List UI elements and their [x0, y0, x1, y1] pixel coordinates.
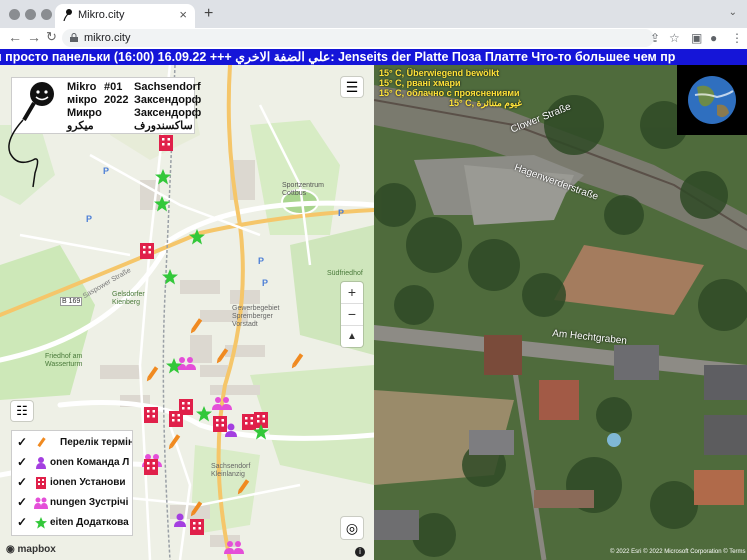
close-tab-icon[interactable]: × [179, 7, 187, 22]
district-ar: ساکسندورف [134, 120, 193, 132]
back-icon[interactable]: ← [8, 29, 22, 45]
weather-line-uk: 15° C, рвані хмари [379, 78, 461, 88]
mapbox-logo[interactable]: ◉ mapbox [6, 544, 56, 555]
district-uk: Заксендорф [134, 94, 202, 106]
mapbox-icon: ◉ [6, 544, 18, 555]
info-icon[interactable]: i [355, 547, 365, 557]
street-map[interactable]: PPP PP Sportzentrum Cottbus Südfriedhof … [0, 65, 374, 560]
legend-label: nungen Зустрічі [50, 497, 129, 508]
mapbox-text: mapbox [17, 544, 56, 555]
microphone-cable [8, 119, 39, 188]
browser-tab[interactable]: Mikro.city × [55, 4, 195, 28]
legend-row-glossary[interactable]: ✓ Перелік термінів [12, 433, 132, 453]
legend-label: onen Команда Л [50, 457, 130, 468]
legend-toggle-button[interactable]: ☷ [11, 401, 33, 421]
microphone-icon [63, 9, 72, 21]
lock-icon [70, 33, 78, 42]
legend-label: eiten Додаткова і [50, 517, 133, 528]
check-icon[interactable]: ✓ [17, 435, 27, 449]
legend-label: Перелік термінів [60, 437, 132, 448]
name-ru: Микро [67, 107, 102, 119]
building-icon [36, 477, 46, 489]
hamburger-menu-button[interactable]: ☰ [341, 77, 363, 97]
check-icon[interactable]: ✓ [17, 495, 27, 509]
check-icon[interactable]: ✓ [17, 475, 27, 489]
zoom-out-button[interactable]: − [341, 304, 363, 326]
compass-button[interactable]: ▲ [341, 326, 363, 347]
geolocate-button[interactable]: ◎ [341, 517, 363, 539]
legend-label: ionen Установи [50, 477, 126, 488]
star-icon [35, 517, 47, 529]
district-de: Sachsendorf [134, 81, 201, 93]
district-ru: Заксендорф [134, 107, 202, 119]
legend-row-meetings[interactable]: ✓ nungen Зустрічі [12, 493, 132, 513]
mikro-names: Mikro мікро Микро میکرو [67, 81, 102, 133]
more-menu-icon[interactable]: ⋮ [731, 31, 743, 45]
tab-title: Mikro.city [78, 9, 125, 21]
weather-readout: 15° C, Überwiegend bewölkt 15° C, рвані … [379, 68, 522, 108]
legend-row-additional[interactable]: ✓ eiten Додаткова і [12, 513, 132, 533]
zoom-in-button[interactable]: + [341, 282, 363, 304]
minimize-window-dot[interactable] [25, 9, 36, 20]
news-ticker: и просто панельки علي الضفة الاخري +++ 1… [0, 49, 747, 65]
name-de: Mikro [67, 81, 97, 93]
imagery-attribution: © 2022 Esri © 2022 Microsoft Corporation… [610, 549, 746, 555]
share-icon[interactable]: ⇪ [650, 31, 660, 45]
satellite-imagery [374, 65, 747, 560]
check-icon[interactable]: ✓ [17, 455, 27, 469]
new-tab-button[interactable]: + [204, 5, 213, 23]
globe-image [677, 65, 747, 135]
category-legend: ✓ Перелік термінів ✓ onen Команда Л ✓ io… [11, 430, 133, 536]
pencil-icon [37, 437, 46, 448]
issue-year: 2022 [104, 94, 129, 106]
address-bar[interactable]: mikro.city [62, 29, 654, 47]
browser-toolbar: ← → ↻ mikro.city ⇪ ☆ ▣ ● ⋮ [0, 28, 747, 50]
satellite-map[interactable]: 15° C, Überwiegend bewölkt 15° C, рвані … [374, 65, 747, 560]
ticker-text: и просто панельки علي الضفة الاخري +++ 1… [0, 50, 676, 64]
bookmark-star-icon[interactable]: ☆ [669, 31, 680, 45]
name-ar: میکرو [67, 120, 94, 132]
chevron-down-icon[interactable]: ⌄ [729, 7, 737, 18]
legend-row-team[interactable]: ✓ onen Команда Л [12, 453, 132, 473]
issue-number: #01 2022 [104, 81, 128, 107]
issue-no: #01 [104, 81, 123, 93]
weather-line-ru: 15° C, облачно с прояснениями [379, 88, 520, 98]
profile-icon[interactable]: ● [710, 31, 717, 45]
earth-globe-icon [688, 76, 736, 124]
forward-icon[interactable]: → [27, 29, 41, 45]
name-uk: мікро [67, 94, 98, 106]
legend-row-institutions[interactable]: ✓ ionen Установи [12, 473, 132, 493]
browser-tab-bar: Mikro.city × + ⌄ [0, 0, 747, 28]
district-names: Sachsendorf Заксендорф Заксендорф ساکسند… [134, 81, 201, 133]
reload-icon[interactable]: ↻ [46, 29, 57, 45]
weather-line-ar: 15° C, غيوم متناثرة [449, 98, 522, 108]
weather-line-de: 15° C, Überwiegend bewölkt [379, 68, 500, 78]
url-text: mikro.city [84, 32, 131, 44]
maximize-window-dot[interactable] [41, 9, 52, 20]
check-icon[interactable]: ✓ [17, 515, 27, 529]
zoom-control: + − ▲ [341, 282, 363, 347]
group-icon [34, 497, 48, 509]
person-icon [36, 457, 46, 469]
sidebar-icon[interactable]: ▣ [691, 31, 702, 45]
close-window-dot[interactable] [9, 9, 20, 20]
